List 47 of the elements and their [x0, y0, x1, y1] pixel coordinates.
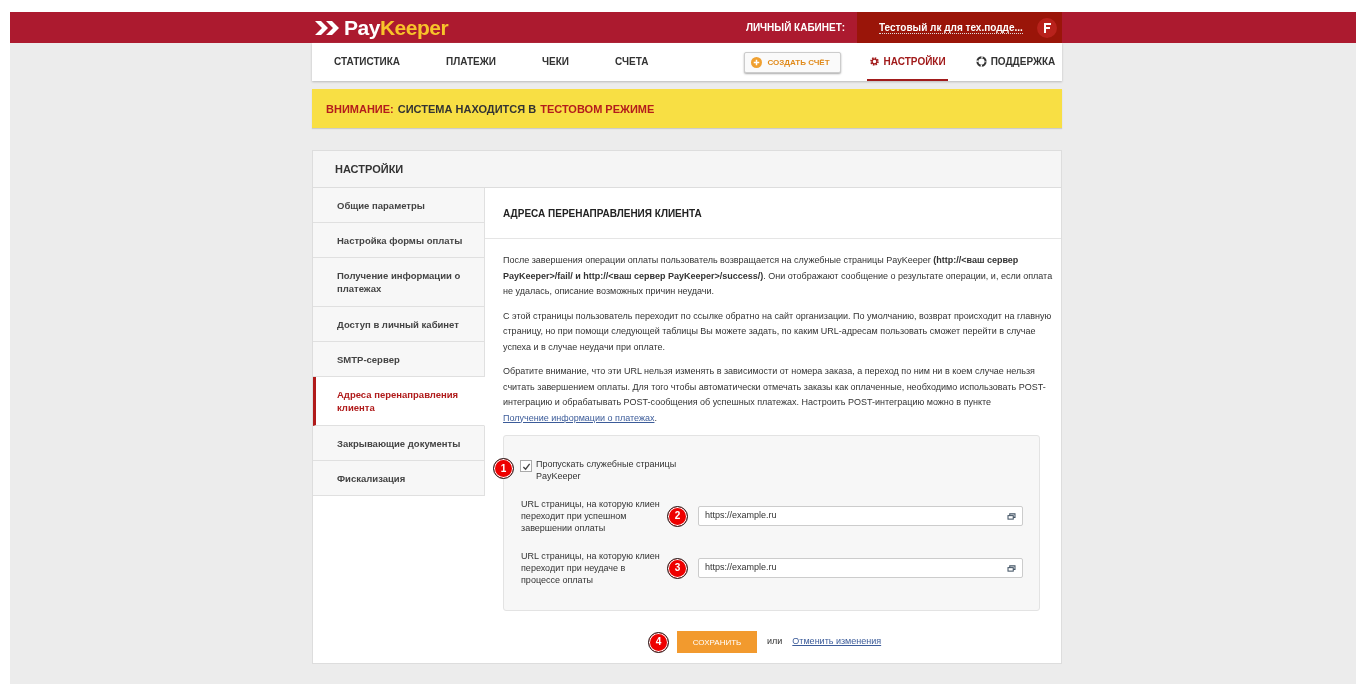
period-text: .: [654, 412, 657, 423]
field-label: URL страницы, на которую клиен переходит при успешном завершении оплаты: [521, 498, 661, 534]
paragraph: Обратите внимание, что эти URL нельзя изменять в зависимости от номера заказа, а переход по ним ни в коем случае нельзя считать завершением оплаты. Для того чтобы автоматически отмечать заказы как оплаченные, необходимо использовать POST-интеграцию и обрабатывать POST-сообщения об успешных платежах. Настроить POST-интеграцию можно в пункте: [503, 366, 1046, 407]
gear-icon: [868, 55, 880, 67]
nav-tab[interactable]: СЧЕТА: [613, 43, 651, 81]
input-value: https://example.ru: [705, 561, 777, 575]
account-link[interactable]: Тестовый лк для тех.подде...: [879, 21, 1023, 34]
nav-tab[interactable]: НАСТРОЙКИ: [866, 43, 948, 81]
plus-circle-icon: [751, 56, 763, 68]
field-label: URL страницы, на которую клиен переходит при неудаче в процессе оплаты: [521, 550, 661, 586]
nav-tab[interactable]: ПЛАТЕЖИ: [444, 43, 498, 81]
banner-attention: ВНИМАНИЕ:: [326, 102, 394, 115]
panel-title: НАСТРОЙКИ: [313, 151, 1061, 188]
window-icon: [1007, 512, 1016, 520]
lifebuoy-icon: [975, 55, 987, 67]
banner-mode: ТЕСТОВОМ РЕЖИМЕ: [540, 102, 655, 115]
step-marker: 1: [493, 458, 514, 479]
nav-tab[interactable]: ПОДДЕРЖКА: [973, 43, 1058, 81]
sidebar-item[interactable]: Настройка формы оплаты: [313, 223, 485, 258]
avatar-icon[interactable]: [1036, 17, 1057, 38]
sidebar-item[interactable]: Получение информации о платежах: [313, 258, 485, 307]
checkbox[interactable]: [520, 460, 532, 472]
sidebar-item[interactable]: SMTP-сервер: [313, 342, 485, 377]
check-icon: [521, 461, 531, 471]
cabinet-label: ЛИЧНЫЙ КАБИНЕТ:: [745, 22, 845, 33]
url-input[interactable]: https://example.ru: [698, 506, 1023, 526]
paragraph: После завершения операции оплаты пользователь возвращается на служебные страницы PayKeeper (http://<ваш сервер PayKeeper>/fail/ и http://<ваш сервер PayKeeper>/success/). Они отображают сообщение о результате операции, и, если оплата не удалась, описание возможных причин неудачи.: [503, 254, 1054, 298]
nav-tab[interactable]: ЧЕКИ: [540, 43, 571, 81]
banner-text: СИСТЕМА НАХОДИТСЯ В: [397, 102, 537, 115]
cancel-link[interactable]: Отменить изменения: [792, 634, 882, 650]
sidebar-item[interactable]: Адреса перенаправления клиента: [313, 377, 485, 426]
step-marker: 4: [648, 631, 669, 653]
sidebar-item[interactable]: Доступ в личный кабинет: [313, 307, 485, 342]
or-text: или: [767, 635, 783, 649]
nav-tab[interactable]: СТАТИСТИКА: [332, 43, 403, 81]
sidebar-item[interactable]: Общие параметры: [313, 188, 485, 223]
url-input[interactable]: https://example.ru: [698, 558, 1023, 578]
sidebar-item[interactable]: Закрывающие документы: [313, 426, 485, 461]
chevrons-icon: [314, 19, 340, 36]
paragraph: С этой страницы пользователь переходит по ссылке обратно на сайт организации. По умолчанию, возврат происходит на главную страницу, но при помощи следующей таблицы Вы можете задать, по каким URL-адресам пользовать сможет перейти в случае успеха и в случае неудачи при оплате.: [503, 309, 1053, 354]
step-marker: 2: [667, 505, 688, 527]
checkbox-label: Пропускать служебные страницы PayKeeper: [536, 458, 678, 482]
window-icon: [1007, 564, 1016, 572]
logo-text[interactable]: PayKeeper: [344, 15, 449, 40]
sidebar-item[interactable]: Фискализация: [313, 461, 485, 496]
section-title: АДРЕСА ПЕРЕНАПРАВЛЕНИЯ КЛИЕНТА: [485, 188, 1061, 239]
input-value: https://example.ru: [705, 509, 777, 523]
